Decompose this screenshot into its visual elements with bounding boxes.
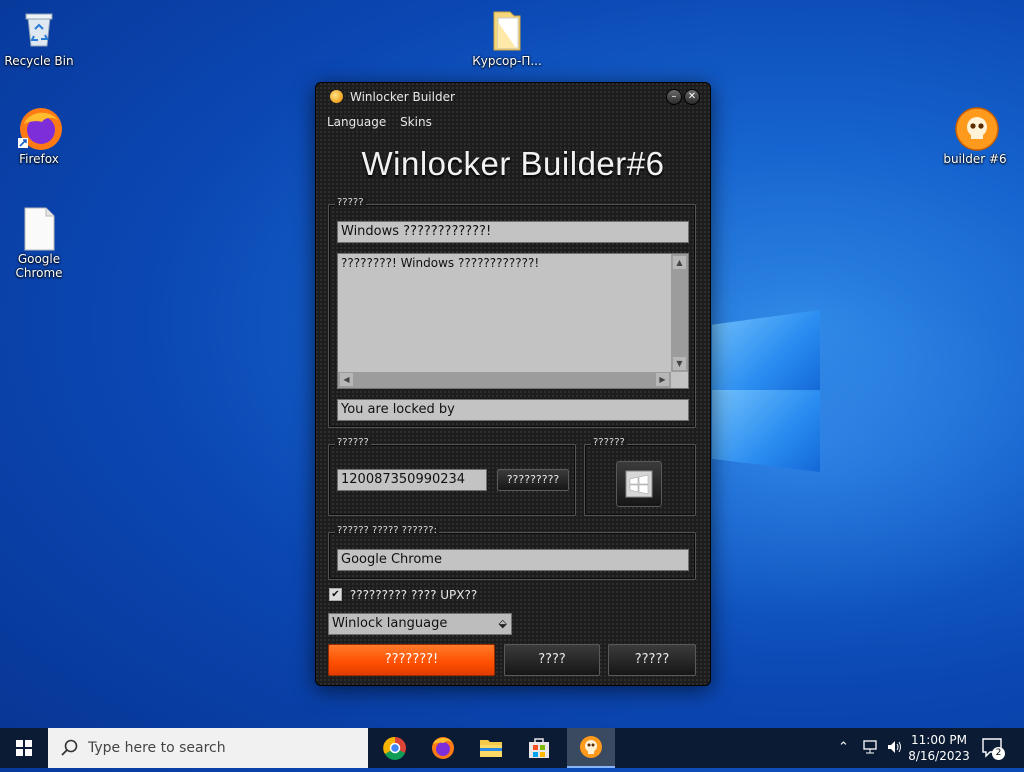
menu-bar: Language Skins [327, 115, 442, 129]
taskbar-store[interactable] [515, 728, 563, 768]
upx-checkbox[interactable]: ✔ [329, 588, 342, 601]
clock-time: 11:00 PM [911, 733, 967, 747]
upx-checkbox-label: ????????? ???? UPX?? [349, 587, 478, 602]
scroll-down-icon[interactable]: ▼ [673, 357, 686, 370]
network-icon[interactable] [862, 739, 880, 758]
taskbar-file-explorer[interactable] [467, 728, 515, 768]
recycle-bin-icon [18, 8, 60, 50]
menu-item-skins[interactable]: Skins [400, 115, 432, 129]
horizontal-scrollbar[interactable]: ◀ ▶ [338, 372, 671, 388]
start-button[interactable] [0, 728, 48, 768]
second-action-button[interactable]: ???? [504, 644, 600, 676]
upx-checkbox-row[interactable]: ✔ ????????? ???? UPX?? [329, 587, 477, 602]
dropdown-arrow-icon: ⬙ [498, 617, 507, 630]
windows-start-icon [16, 740, 32, 756]
show-hidden-icons-button[interactable]: ⌃ [838, 740, 849, 755]
menu-item-language[interactable]: Language [327, 115, 386, 129]
language-select-value: Winlock language [332, 616, 448, 631]
generate-code-button[interactable]: ????????? [497, 469, 569, 491]
scroll-left-icon[interactable]: ◀ [340, 373, 353, 386]
choose-icon-button[interactable] [616, 461, 662, 507]
build-button[interactable]: ???????! [328, 644, 495, 676]
app-icon [330, 90, 343, 103]
desktop-icon-recycle-bin[interactable]: Recycle Bin [0, 8, 78, 68]
notifications-button[interactable]: 2 [982, 738, 1005, 761]
target-group-label: ?????? ????? ??????: [335, 525, 439, 536]
unlock-code-input[interactable]: 120087350990234 [337, 469, 487, 491]
code-group: ?????? 120087350990234 ????????? [328, 437, 576, 516]
desktop-icon-label: Курсор-П... [472, 54, 542, 68]
desktop-icon-folder[interactable]: Курсор-П... [468, 8, 546, 68]
firefox-icon [432, 737, 454, 759]
taskbar-firefox[interactable] [419, 728, 467, 768]
target-program-input[interactable]: Google Chrome [337, 549, 689, 571]
scroll-up-icon[interactable]: ▲ [673, 256, 686, 269]
firefox-icon [18, 106, 62, 150]
code-group-label: ?????? [335, 437, 371, 448]
window-image-icon [625, 470, 653, 498]
desktop-icon-builder[interactable]: builder #6 [936, 106, 1014, 166]
taskbar-search-box[interactable]: Type here to search [48, 728, 368, 768]
clock-date: 8/16/2023 [908, 749, 970, 763]
volume-icon[interactable] [886, 739, 904, 758]
desktop-icon-google-chrome[interactable]: Google Chrome [0, 206, 78, 280]
third-action-button[interactable]: ????? [608, 644, 696, 676]
vertical-scrollbar[interactable]: ▲ ▼ [671, 254, 688, 372]
skull-icon [580, 736, 602, 758]
notification-badge: 2 [992, 747, 1005, 760]
message-footer-input[interactable]: You are locked by [337, 399, 689, 421]
message-title-input[interactable]: Windows ????????????! [337, 221, 689, 243]
message-body-textarea[interactable]: ????????! Windows ????????????! ▲ ▼ ◀ ▶ [337, 253, 689, 389]
clock[interactable]: 11:00 PM 8/16/2023 [908, 732, 970, 764]
scroll-right-icon[interactable]: ▶ [656, 373, 669, 386]
target-group: ?????? ????? ??????: Google Chrome [328, 525, 696, 580]
title-bar[interactable]: Winlocker Builder – ✕ [316, 83, 710, 109]
app-heading: Winlocker Builder#6 [361, 145, 665, 182]
window-title: Winlocker Builder [350, 90, 455, 104]
minimize-button[interactable]: – [666, 89, 682, 105]
desktop-icon-label: Firefox [19, 152, 59, 166]
desktop-icon-label: builder #6 [943, 152, 1007, 166]
taskbar: Type here to search ⌃ 11:00 PM 8/16/2023… [0, 728, 1024, 768]
search-placeholder: Type here to search [88, 740, 226, 756]
icon-group-label: ?????? [591, 437, 627, 448]
search-icon [61, 739, 78, 756]
message-body-text: ????????! Windows ????????????! [341, 256, 540, 270]
winlocker-builder-window: Winlocker Builder – ✕ Language Skins Win… [315, 82, 711, 686]
taskbar-builder[interactable] [567, 728, 615, 768]
message-group: ????? Windows ????????????! ????????! Wi… [328, 197, 696, 428]
store-icon [529, 738, 549, 758]
folder-icon [486, 8, 528, 51]
windows-wallpaper-logo [712, 288, 824, 484]
desktop-icon-label: Google Chrome [15, 252, 63, 280]
chrome-icon [383, 736, 406, 760]
skull-icon [954, 106, 999, 151]
desktop-icon-firefox[interactable]: Firefox [0, 106, 78, 166]
message-group-label: ????? [335, 197, 366, 208]
desktop-icon-label: Recycle Bin [4, 54, 74, 68]
blank-file-icon [18, 206, 60, 251]
close-button[interactable]: ✕ [684, 89, 700, 105]
file-explorer-icon [480, 740, 502, 757]
icon-group: ?????? [584, 437, 696, 516]
language-select[interactable]: Winlock language ⬙ [328, 613, 512, 635]
taskbar-chrome[interactable] [371, 728, 419, 768]
